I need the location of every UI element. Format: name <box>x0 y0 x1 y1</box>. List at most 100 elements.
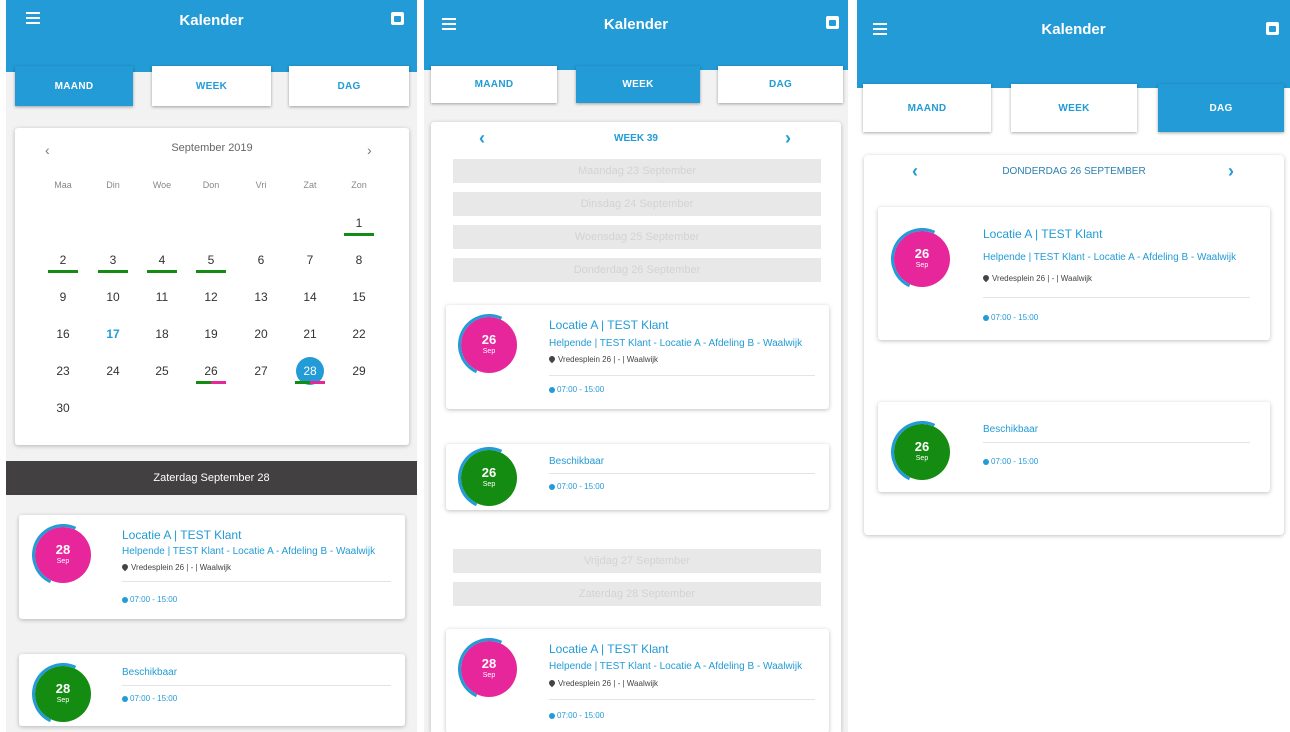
day-list: ‹ DONDERDAG 26 SEPTEMBER › 26 Sep Locati… <box>864 155 1284 535</box>
tab-week[interactable]: WEEK <box>1011 84 1137 132</box>
weekday-label: Zon <box>351 180 367 190</box>
event-title: Beschikbaar <box>983 424 1039 435</box>
calendar-day[interactable]: 5 <box>196 253 226 273</box>
calendar-day[interactable]: 17 <box>98 327 128 341</box>
event-card[interactable]: 28 Sep Beschikbaar 07:00 - 15:00 <box>19 654 405 732</box>
calendar-day[interactable]: 6 <box>246 253 276 267</box>
weekday-label: Woe <box>152 180 172 190</box>
day-number: 2 <box>59 253 67 267</box>
calendar-day[interactable]: 20 <box>246 327 276 341</box>
weekday-label: Din <box>106 180 120 190</box>
calendar-day[interactable]: 14 <box>295 290 325 304</box>
app-title: Kalender <box>1041 21 1106 38</box>
tab-day[interactable]: DAG <box>289 66 409 106</box>
event-card[interactable]: 28 Sep Locatie A | TEST Klant Helpende |… <box>446 629 829 732</box>
calendar-day[interactable]: 16 <box>48 327 78 341</box>
day-number: 24 <box>106 364 120 378</box>
tab-month[interactable]: MAAND <box>863 84 991 132</box>
day-row-empty[interactable]: Woensdag 25 September <box>453 225 821 249</box>
calendar-day[interactable]: 9 <box>48 290 78 304</box>
day-row-empty[interactable]: Zaterdag 28 September <box>453 582 821 606</box>
calendar-day[interactable]: 21 <box>295 327 325 341</box>
location-pin-icon <box>120 562 130 572</box>
calendar-icon[interactable] <box>1266 22 1279 35</box>
event-title: Locatie A | TEST Klant <box>549 642 669 656</box>
calendar-day[interactable]: 23 <box>48 364 78 378</box>
day-number: 5 <box>207 253 215 267</box>
tab-month[interactable]: MAAND <box>15 66 133 106</box>
event-card[interactable]: 26 Sep Beschikbaar 07:00 - 15:00 <box>878 402 1270 492</box>
app-bar: Kalender <box>424 0 848 70</box>
calendar-day[interactable]: 8 <box>344 253 374 267</box>
calendar-day[interactable]: 26 <box>196 364 226 384</box>
calendar-day[interactable]: 19 <box>196 327 226 341</box>
event-card[interactable]: 28 Sep Locatie A | TEST Klant Helpende |… <box>19 515 405 619</box>
event-time: 07:00 - 15:00 <box>983 457 1038 466</box>
day-number: 21 <box>303 327 317 341</box>
week-label: WEEK 39 <box>614 133 658 144</box>
day-number: 27 <box>254 364 268 378</box>
tab-day[interactable]: DAG <box>718 66 843 103</box>
day-row-empty[interactable]: Donderdag 26 September <box>453 258 821 282</box>
event-card[interactable]: 26 Sep Locatie A | TEST Klant Helpende |… <box>878 207 1270 340</box>
event-card[interactable]: 26 Sep Beschikbaar 07:00 - 15:00 <box>446 438 829 518</box>
tab-day[interactable]: DAG <box>1158 84 1284 132</box>
calendar-day[interactable]: 15 <box>344 290 374 304</box>
app-title: Kalender <box>179 12 244 29</box>
calendar-day[interactable]: 30 <box>48 401 78 415</box>
location-pin-icon <box>547 354 557 364</box>
calendar-day[interactable]: 13 <box>246 290 276 304</box>
day-number: 25 <box>155 364 169 378</box>
calendar-day[interactable]: 1 <box>344 216 374 236</box>
day-label: DONDERDAG 26 SEPTEMBER <box>1002 166 1146 177</box>
tab-month[interactable]: MAAND <box>431 66 557 103</box>
calendar-day[interactable]: 3 <box>98 253 128 273</box>
calendar-day[interactable]: 4 <box>147 253 177 273</box>
day-number: 10 <box>106 290 120 304</box>
day-number: 15 <box>352 290 366 304</box>
week-list: ‹ WEEK 39 › Maandag 23 September Dinsdag… <box>431 122 841 732</box>
day-number: 18 <box>155 327 169 341</box>
day-number: 20 <box>254 327 268 341</box>
calendar-day[interactable]: 2 <box>48 253 78 273</box>
day-number: 22 <box>352 327 366 341</box>
day-row-empty[interactable]: Vrijdag 27 September <box>453 549 821 573</box>
date-badge: 26 Sep <box>449 305 529 385</box>
tab-week[interactable]: WEEK <box>576 66 700 103</box>
event-address: Vredesplein 26 | - | Waalwijk <box>981 273 1092 283</box>
event-time: 07:00 - 15:00 <box>122 694 177 703</box>
next-day-button[interactable]: › <box>1228 161 1234 182</box>
calendar-day[interactable]: 25 <box>147 364 177 378</box>
event-subtitle: Helpende | TEST Klant - Locatie A - Afde… <box>122 546 376 557</box>
event-marker <box>98 270 128 273</box>
calendar-day[interactable]: 11 <box>147 290 177 304</box>
day-number: 16 <box>56 327 70 341</box>
day-number: 9 <box>59 290 67 304</box>
calendar-icon[interactable] <box>391 12 404 25</box>
day-number: 19 <box>204 327 218 341</box>
calendar-day[interactable]: 18 <box>147 327 177 341</box>
calendar-day[interactable]: 27 <box>246 364 276 378</box>
calendar-day[interactable]: 22 <box>344 327 374 341</box>
event-time: 07:00 - 15:00 <box>549 711 604 720</box>
week-view-screen: Kalender MAAND WEEK DAG ‹ WEEK 39 › Maan… <box>424 0 848 732</box>
event-marker <box>196 381 226 384</box>
day-row-empty[interactable]: Maandag 23 September <box>453 159 821 183</box>
day-row-empty[interactable]: Dinsdag 24 September <box>453 192 821 216</box>
weekday-label: Vri <box>255 180 267 190</box>
event-title: Locatie A | TEST Klant <box>983 227 1103 241</box>
calendar-icon[interactable] <box>826 16 839 29</box>
next-week-button[interactable]: › <box>785 128 791 149</box>
calendar-day[interactable]: 12 <box>196 290 226 304</box>
calendar-day[interactable]: 28 <box>295 357 325 385</box>
calendar-day[interactable]: 7 <box>295 253 325 267</box>
calendar-day[interactable]: 24 <box>98 364 128 378</box>
event-card[interactable]: 26 Sep Locatie A | TEST Klant Helpende |… <box>446 305 829 409</box>
date-badge: 28 Sep <box>23 515 103 595</box>
calendar-day[interactable]: 10 <box>98 290 128 304</box>
month-label: September 2019 <box>171 142 253 154</box>
tab-week[interactable]: WEEK <box>152 66 271 106</box>
next-month-button[interactable]: › <box>367 142 372 158</box>
event-marker <box>344 233 374 236</box>
calendar-day[interactable]: 29 <box>344 364 374 378</box>
